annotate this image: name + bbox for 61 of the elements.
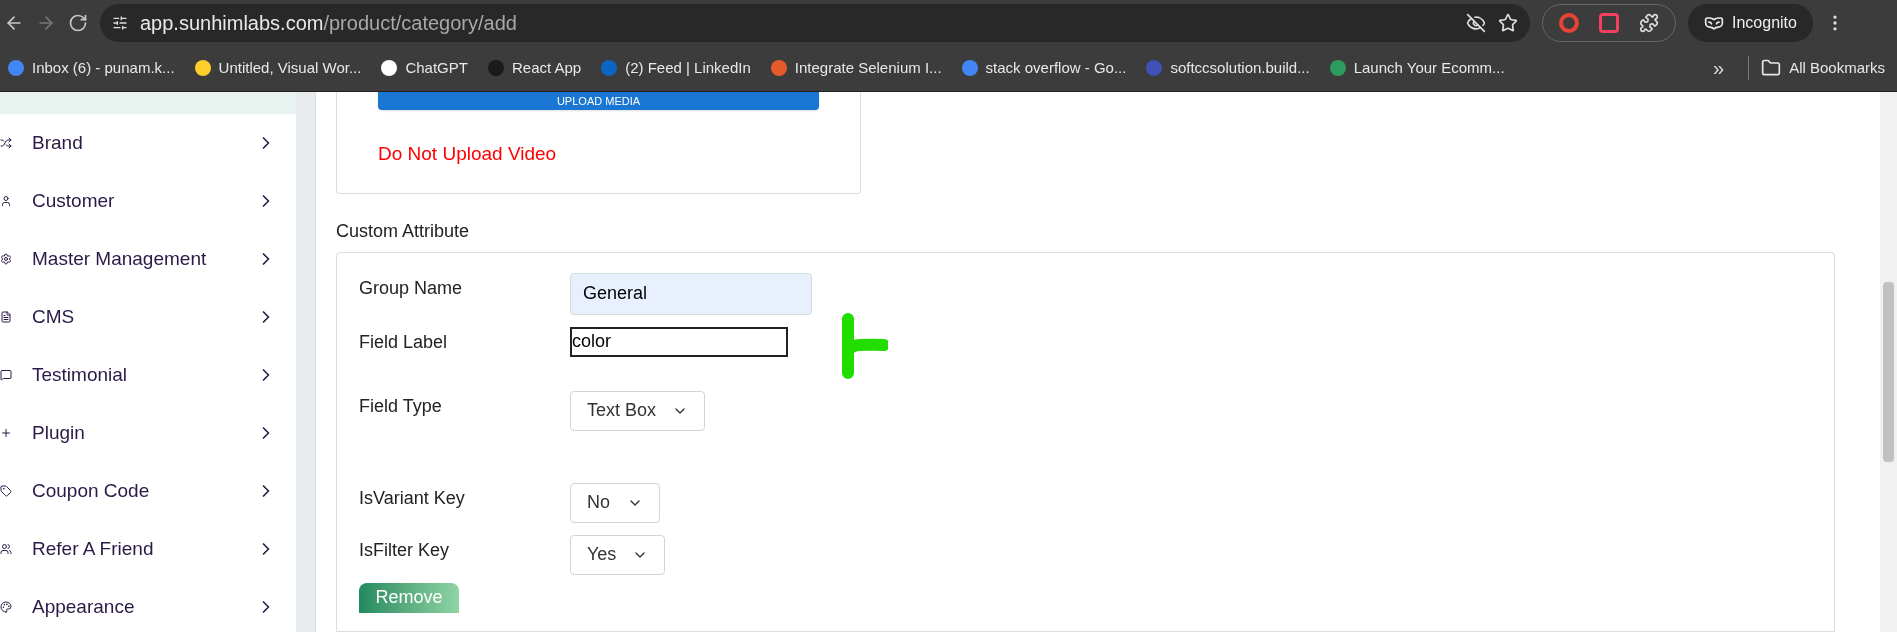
field-label: Field Type — [359, 394, 443, 418]
site-icon — [8, 60, 24, 76]
field-label: IsVariant Key — [359, 486, 466, 510]
sidebar-item[interactable]: Brand — [0, 114, 296, 172]
sidebar-item[interactable]: Testimonial — [0, 346, 296, 404]
sidebar-item[interactable]: Refer A Friend — [0, 520, 296, 578]
sidebar-item[interactable]: Coupon Code — [0, 462, 296, 520]
bookmark[interactable]: Inbox (6) - punam.k... — [0, 56, 183, 80]
text-field[interactable]: color — [570, 326, 788, 357]
select-dropdown[interactable]: No — [570, 482, 660, 523]
bookmark[interactable]: Launch Your Ecomm... — [1321, 56, 1513, 80]
section-title: Custom Attribute — [336, 219, 471, 243]
profile-chip[interactable]: Incognito — [1688, 3, 1813, 42]
text-field[interactable]: General — [570, 272, 812, 315]
sidebar-item[interactable]: Appearance — [0, 578, 296, 632]
menu-item-icon — [0, 311, 12, 323]
eye-off-icon[interactable] — [1466, 12, 1486, 33]
menu-item-icon — [0, 195, 12, 207]
site-icon — [487, 60, 504, 76]
bookmark[interactable]: softccsolution.build... — [1138, 56, 1318, 80]
upload-media-button[interactable]: UPLOAD MEDIA — [378, 92, 819, 110]
menu-item-icon — [0, 137, 12, 149]
folder-icon — [1761, 58, 1782, 78]
extensions-icon[interactable] — [1639, 12, 1659, 33]
menu-item-icon — [0, 427, 12, 439]
site-icon — [770, 60, 787, 76]
sidebar-item[interactable]: CMS — [0, 288, 296, 346]
site-icon — [194, 60, 211, 76]
reload-icon[interactable] — [68, 12, 88, 33]
menu-item-icon — [0, 543, 12, 555]
site-settings-icon[interactable] — [112, 14, 128, 31]
star-icon[interactable] — [1498, 12, 1518, 33]
bookmark[interactable]: Untitled, Visual Wor... — [186, 56, 370, 80]
site-icon — [1329, 60, 1346, 76]
all-bookmarks-button[interactable]: All Bookmarks — [1761, 56, 1885, 80]
bookmark[interactable]: Integrate Selenium I... — [762, 56, 950, 80]
bookmark[interactable]: ChatGPT — [373, 56, 476, 80]
field-label: Field Label — [359, 330, 449, 354]
bookmark[interactable]: (2) Feed | LinkedIn — [593, 56, 759, 80]
menu-item-icon — [0, 369, 12, 381]
bookmark[interactable]: stack overflow - Go... — [953, 56, 1135, 80]
warning-text: Do Not Upload Video — [378, 142, 558, 166]
field-label: Group Name — [359, 276, 464, 300]
sidebar-item[interactable]: Customer — [0, 172, 296, 230]
square-extension-icon[interactable] — [1599, 12, 1619, 33]
site-icon — [601, 60, 618, 76]
site-icon — [1146, 60, 1163, 76]
bookmark[interactable]: React App — [479, 56, 590, 80]
more-bookmarks-button[interactable]: » — [1701, 53, 1737, 83]
menu-item-icon — [0, 485, 12, 497]
select-dropdown[interactable]: Text Box — [570, 390, 706, 431]
site-icon — [961, 60, 978, 76]
sidebar-item[interactable]: Plugin — [0, 404, 296, 462]
menu-item-icon — [0, 601, 12, 613]
address-bar[interactable]: app.sunhimlabs.com/product/category/add — [100, 3, 1530, 42]
url-text: app.sunhimlabs.com/product/category/add — [140, 10, 517, 36]
menu-item-icon — [0, 253, 12, 265]
select-dropdown[interactable]: Yes — [570, 534, 666, 575]
field-label: IsFilter Key — [359, 538, 451, 562]
site-icon — [381, 60, 398, 76]
sidebar-item[interactable]: Master Management — [0, 230, 296, 288]
